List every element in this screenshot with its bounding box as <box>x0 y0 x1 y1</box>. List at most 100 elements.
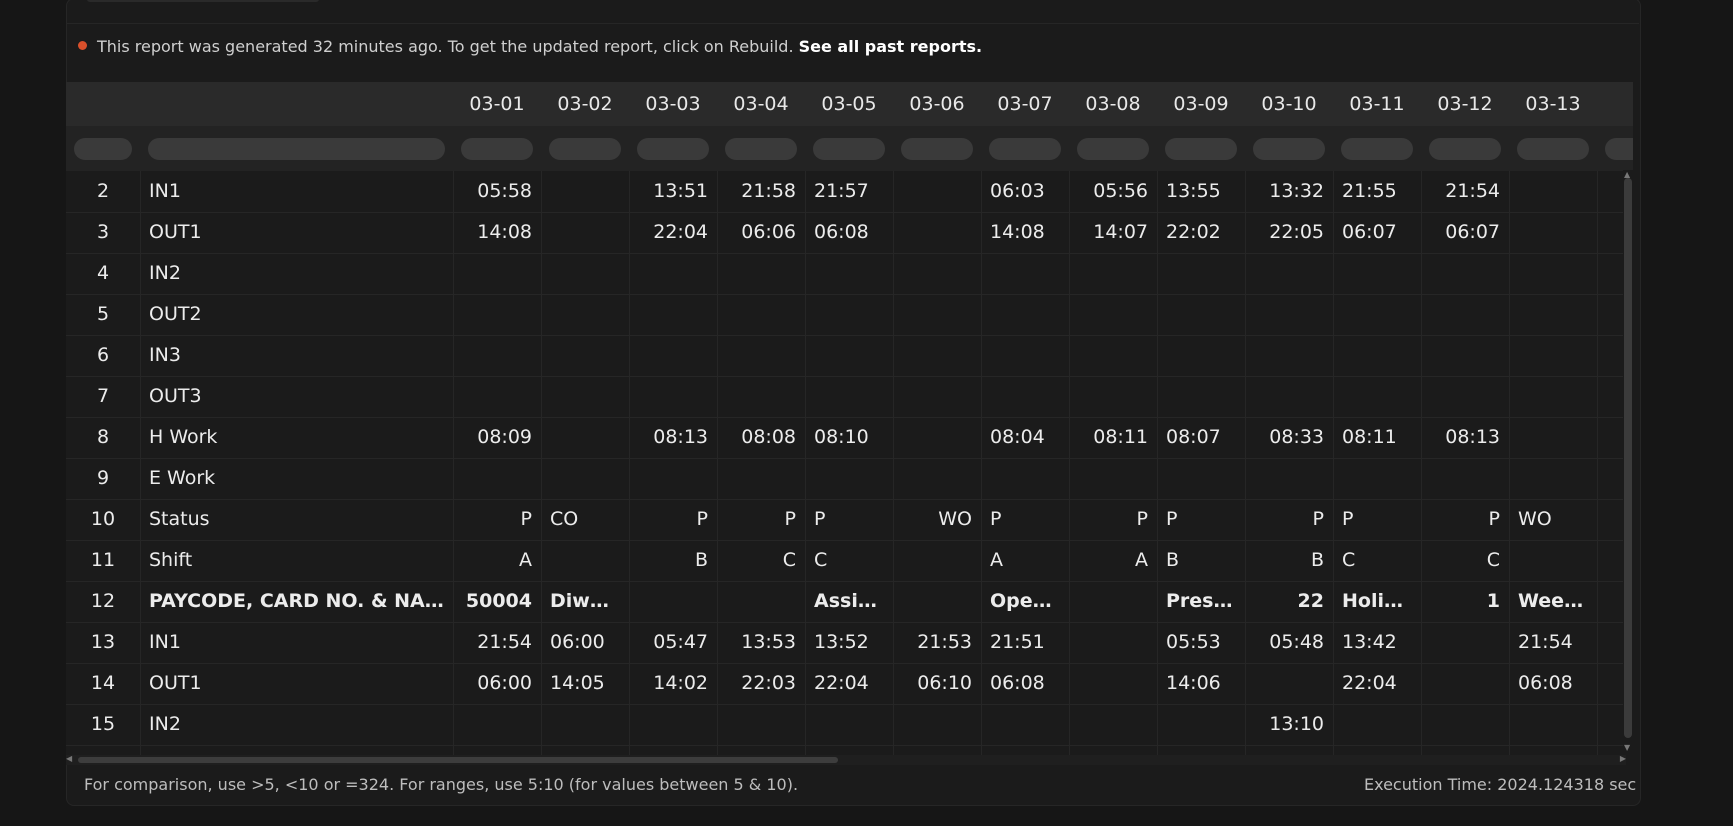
column-header[interactable]: 03-05 <box>805 82 893 126</box>
table-cell[interactable]: A <box>453 540 541 581</box>
table-cell[interactable]: 06:08 <box>981 663 1069 704</box>
table-cell[interactable]: Assistant <box>805 581 893 622</box>
table-cell[interactable] <box>1157 704 1245 745</box>
table-cell[interactable] <box>541 458 629 499</box>
table-cell[interactable] <box>1333 458 1421 499</box>
table-cell[interactable]: Diwakar <box>541 581 629 622</box>
table-cell[interactable] <box>1333 704 1421 745</box>
table-cell[interactable]: P <box>1069 499 1157 540</box>
table-cell[interactable] <box>453 458 541 499</box>
table-cell[interactable] <box>981 253 1069 294</box>
table-cell[interactable]: A <box>1069 540 1157 581</box>
table-row[interactable]: 13 IN1 21:54 06:00 05:47 13:53 13:52 21:53 21:51… <box>66 622 1633 664</box>
column-filter-input[interactable] <box>1253 138 1325 160</box>
table-cell[interactable]: 22:05 <box>1245 212 1333 253</box>
table-cell[interactable]: 22:02 <box>1157 212 1245 253</box>
table-cell[interactable]: 06:07 <box>1421 212 1509 253</box>
table-cell[interactable]: Holiday <box>1333 581 1421 622</box>
table-cell[interactable] <box>1421 704 1509 745</box>
table-cell[interactable] <box>981 458 1069 499</box>
table-cell[interactable]: 21:53 <box>893 622 981 663</box>
table-cell[interactable]: B <box>629 540 717 581</box>
table-cell[interactable]: 05:48 <box>1245 622 1333 663</box>
horizontal-scrollbar[interactable]: ◀ ▶ <box>66 754 1626 765</box>
table-cell[interactable] <box>1421 294 1509 335</box>
column-filter-input[interactable] <box>461 138 533 160</box>
table-cell[interactable] <box>1069 622 1157 663</box>
table-cell[interactable] <box>1245 663 1333 704</box>
table-cell[interactable] <box>1421 376 1509 417</box>
table-cell[interactable] <box>981 294 1069 335</box>
table-cell[interactable] <box>1509 294 1597 335</box>
table-cell[interactable] <box>1069 458 1157 499</box>
table-cell[interactable] <box>1157 253 1245 294</box>
table-cell[interactable]: P <box>1421 499 1509 540</box>
table-cell[interactable]: 08:08 <box>717 417 805 458</box>
table-row[interactable]: 5 OUT2 <box>66 294 1633 336</box>
table-cell[interactable]: P <box>453 499 541 540</box>
table-cell[interactable]: C <box>1333 540 1421 581</box>
table-cell[interactable] <box>541 417 629 458</box>
table-cell[interactable]: C <box>1421 540 1509 581</box>
column-header[interactable]: 03-01 <box>453 82 541 126</box>
table-cell[interactable]: 05:58 <box>453 171 541 212</box>
table-cell[interactable]: P <box>981 499 1069 540</box>
table-cell[interactable] <box>1333 335 1421 376</box>
table-cell[interactable] <box>541 212 629 253</box>
table-cell[interactable]: P <box>629 499 717 540</box>
table-cell[interactable]: 08:13 <box>1421 417 1509 458</box>
table-cell[interactable] <box>717 294 805 335</box>
table-cell[interactable] <box>541 294 629 335</box>
table-row[interactable]: 7 OUT3 <box>66 376 1633 418</box>
table-cell[interactable]: 13:52 <box>805 622 893 663</box>
table-cell[interactable]: P <box>717 499 805 540</box>
column-filter-input[interactable] <box>148 138 445 160</box>
table-cell[interactable] <box>893 335 981 376</box>
table-cell[interactable] <box>1245 458 1333 499</box>
table-cell[interactable] <box>717 376 805 417</box>
table-cell[interactable]: Operator <box>981 581 1069 622</box>
column-filter-input[interactable] <box>549 138 621 160</box>
table-cell[interactable]: 22 <box>1245 581 1333 622</box>
table-cell[interactable]: 21:58 <box>717 171 805 212</box>
table-row[interactable]: 3 OUT1 14:08 22:04 06:06 06:08 14:08 14:07 22:02… <box>66 212 1633 254</box>
table-cell[interactable]: 05:47 <box>629 622 717 663</box>
table-cell[interactable]: P <box>1333 499 1421 540</box>
table-cell[interactable]: 08:09 <box>453 417 541 458</box>
column-header[interactable]: 03-07 <box>981 82 1069 126</box>
table-cell[interactable] <box>805 704 893 745</box>
table-cell[interactable] <box>1509 253 1597 294</box>
table-cell[interactable]: 22:04 <box>1333 663 1421 704</box>
table-cell[interactable]: 08:11 <box>1333 417 1421 458</box>
table-cell[interactable] <box>1069 335 1157 376</box>
table-cell[interactable]: B <box>1157 540 1245 581</box>
table-cell[interactable]: 14:02 <box>629 663 717 704</box>
column-header[interactable]: 03-04 <box>717 82 805 126</box>
table-cell[interactable] <box>541 540 629 581</box>
table-cell[interactable] <box>1509 417 1597 458</box>
column-filter-input[interactable] <box>901 138 973 160</box>
table-cell[interactable] <box>1245 335 1333 376</box>
table-cell[interactable]: A <box>981 540 1069 581</box>
table-cell[interactable] <box>629 294 717 335</box>
table-cell[interactable] <box>1421 253 1509 294</box>
column-filter-input[interactable] <box>1429 138 1501 160</box>
table-cell[interactable]: Week Off <box>1509 581 1597 622</box>
table-cell[interactable] <box>1333 294 1421 335</box>
table-cell[interactable] <box>541 171 629 212</box>
table-cell[interactable] <box>1069 663 1157 704</box>
table-cell[interactable] <box>893 212 981 253</box>
column-filter-input[interactable] <box>989 138 1061 160</box>
table-cell[interactable]: 06:10 <box>893 663 981 704</box>
column-filter-input[interactable] <box>813 138 885 160</box>
table-cell[interactable] <box>1245 376 1333 417</box>
table-cell[interactable] <box>541 335 629 376</box>
table-cell[interactable]: 21:54 <box>1421 171 1509 212</box>
table-cell[interactable]: 08:11 <box>1069 417 1157 458</box>
table-cell[interactable]: 05:53 <box>1157 622 1245 663</box>
table-cell[interactable]: 06:03 <box>981 171 1069 212</box>
table-cell[interactable] <box>1509 704 1597 745</box>
table-cell[interactable] <box>1509 540 1597 581</box>
table-cell[interactable] <box>717 581 805 622</box>
table-cell[interactable] <box>893 581 981 622</box>
